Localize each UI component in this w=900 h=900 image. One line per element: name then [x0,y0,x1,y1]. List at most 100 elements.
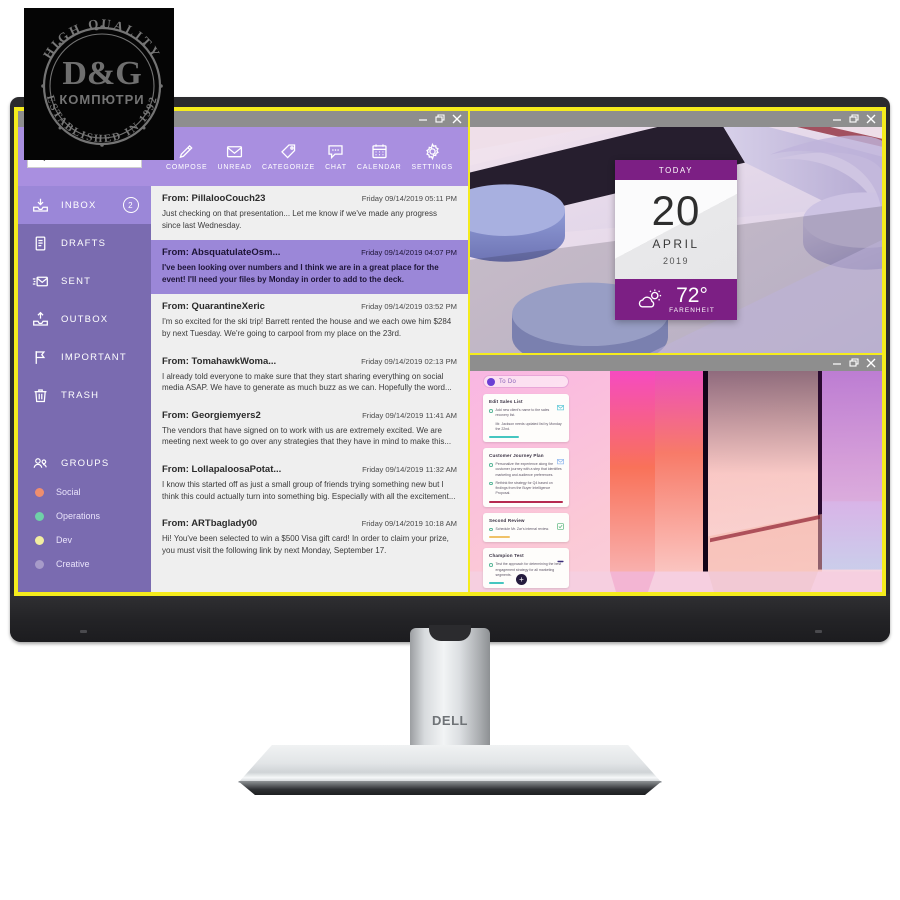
mail-window-titlebar [18,111,468,127]
email-client-window: INBOX 2 DRAFTS SENT OUTBOX IMPORTANT TRA… [18,111,470,592]
wallpaper-window-titlebar [470,111,882,127]
monitor-stand-neck: DELL [410,625,490,753]
chin-detail [815,630,822,633]
group-label: Creative [56,559,90,569]
task-text: Rethink the strategy for Q4 based on fin… [495,480,553,496]
minimize-icon[interactable] [832,358,842,368]
calendar-weather-widget[interactable]: TODAY 20 APRIL 2019 72° FARENHEIT [615,160,737,320]
todo-progress-bar [489,536,510,539]
minimize-icon[interactable] [832,114,842,124]
document-icon [32,235,49,252]
email-date: Friday 09/14/2019 11:41 AM [362,410,457,420]
email-row[interactable]: From: TomahawkWoma... Friday 09/14/2019 … [151,348,468,403]
email-list[interactable]: From: PillalooCouch23 Friday 09/14/2019 … [151,186,468,592]
todo-card[interactable]: Customer Journey Plan Personalize the ex… [483,448,569,507]
people-icon [33,457,47,468]
restore-icon[interactable] [849,358,859,368]
mail-body: INBOX 2 DRAFTS SENT OUTBOX IMPORTANT TRA… [18,127,468,592]
email-row-header: From: ARTbaglady00 Friday 09/14/2019 10:… [162,518,457,529]
group-item-dev[interactable]: Dev [18,528,151,552]
sidebar-item-label: SENT [61,275,92,287]
add-task-button[interactable]: + [516,574,527,585]
email-row-header: From: QuarantineXeric Friday 09/14/2019 … [162,301,457,312]
email-date: Friday 09/14/2019 04:07 PM [361,248,457,258]
email-row[interactable]: From: Georgiemyers2 Friday 09/14/2019 11… [151,402,468,457]
inbox-badge: 2 [123,197,139,213]
email-row[interactable]: From: PillalooCouch23 Friday 09/14/2019 … [151,186,468,241]
monitor-screen: INBOX 2 DRAFTS SENT OUTBOX IMPORTANT TRA… [14,107,886,596]
envelope-icon [557,398,564,411]
task-text: Test the approach for determining the be… [495,562,562,577]
minimize-icon[interactable] [418,114,428,124]
sidebar-item-inbox[interactable]: INBOX 2 [18,186,151,224]
sidebar-item-label: DRAFTS [61,237,107,249]
task-text: Add new client's name to the sales recov… [495,408,550,418]
compose-button[interactable]: COMPOSE [166,142,207,171]
search-input[interactable] [50,152,135,161]
todo-list-header[interactable]: To Do [483,375,569,388]
close-icon[interactable] [866,114,876,124]
email-sender: From: TomahawkWoma... [162,355,277,367]
search-box[interactable] [27,145,142,168]
group-item-creative[interactable]: Creative [18,552,151,576]
todo-window-titlebar [470,355,882,371]
todo-progress-bar [489,582,504,585]
calendar-body: 20 APRIL 2019 [615,180,737,279]
gear-icon [425,142,439,161]
svg-text:D&G: D&G [62,55,141,92]
todo-card[interactable]: Edit Sales List Add new client's name to… [483,394,569,443]
search-area [18,127,151,186]
sidebar-item-drafts[interactable]: DRAFTS [18,224,151,262]
email-row[interactable]: From: QuarantineXeric Friday 09/14/2019 … [151,294,468,349]
tag-icon [281,144,296,159]
group-label: Operations [56,511,101,521]
restore-icon[interactable] [849,114,859,124]
stand-base-top [238,745,662,783]
todo-task: Rethink the strategy for Q4 based on fin… [489,481,563,497]
settings-button[interactable]: SETTINGS [412,142,453,171]
sidebar-item-sent[interactable]: SENT [18,262,151,300]
email-row-header: From: Georgiemyers2 Friday 09/14/2019 11… [162,410,457,421]
partly-cloudy-icon [638,289,662,308]
sidebar-item-important[interactable]: IMPORTANT [18,338,151,376]
chat-button[interactable]: CHAT [325,142,347,171]
email-row[interactable]: From: ARTbaglady00 Friday 09/14/2019 10:… [151,511,468,566]
group-item-social[interactable]: Social [18,480,151,504]
todo-card[interactable]: Second Review Schedule Mr. Zar's interna… [483,512,569,543]
email-row[interactable]: From: AbsquatulateOsm... Friday 09/14/20… [151,240,468,295]
categorize-button[interactable]: CATEGORIZE [262,142,315,171]
todo-card-title: Champion Test [489,553,524,559]
group-color-dot [35,511,44,521]
chin-detail [80,630,87,633]
chat-bubble-icon [328,145,344,160]
mail-main: COMPOSE UNREAD CATEGORIZE CHAT CALENDAR … [151,127,468,592]
sidebar-item-trash[interactable]: TRASH [18,376,151,414]
email-preview: Hi! You've been selected to win a $500 V… [162,534,449,555]
todo-card-title: Customer Journey Plan [489,453,544,459]
dell-logo: DELL [432,713,468,728]
calendar-icon [372,144,387,159]
wallpaper-window: TODAY 20 APRIL 2019 72° FARENHEIT [470,111,882,355]
close-icon[interactable] [452,114,462,124]
todo-card-title: Second Review [489,517,525,523]
close-icon[interactable] [866,358,876,368]
task-bullet-icon [489,481,493,486]
email-sender: From: QuarantineXeric [162,301,265,313]
email-preview: I've been looking over numbers and I thi… [162,263,439,284]
group-item-operations[interactable]: Operations [18,504,151,528]
group-color-dot [35,487,44,497]
email-preview: The vendors that have signed on to work … [162,425,452,447]
email-row[interactable]: From: LollapaloosaPotat... Friday 09/14/… [151,456,468,512]
checkbox-icon [557,517,564,530]
todo-task: Add new client's name to the sales recov… [489,408,563,419]
temperature-unit: FARENHEIT [669,306,715,314]
envelope-icon [227,146,243,158]
sidebar-item-outbox[interactable]: OUTBOX [18,300,151,338]
todo-panel: To Do Edit Sales List Add new client's n… [483,375,569,592]
outbox-icon [32,311,49,328]
mail-sidebar: INBOX 2 DRAFTS SENT OUTBOX IMPORTANT TRA… [18,127,151,592]
restore-icon[interactable] [435,114,445,124]
groups-header[interactable]: GROUPS [18,446,151,480]
unread-button[interactable]: UNREAD [218,142,252,171]
calendar-button[interactable]: CALENDAR [357,142,402,171]
